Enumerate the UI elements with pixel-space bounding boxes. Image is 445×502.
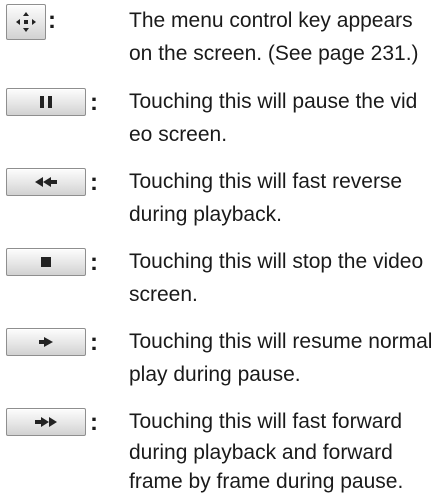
fast-forward-icon: [35, 417, 57, 427]
stop-icon: [41, 257, 51, 267]
menu-control-key-icon: [16, 12, 36, 32]
separator-colon: :: [90, 169, 98, 196]
pause-button[interactable]: [6, 88, 86, 116]
separator-colon: :: [90, 249, 98, 276]
separator-colon: :: [90, 329, 98, 356]
control-description: Touching this will resume normal play du…: [129, 330, 433, 386]
separator-colon: :: [90, 89, 98, 116]
fast-reverse-icon: [35, 177, 57, 187]
control-description: The menu control key appears on the scre…: [129, 9, 419, 65]
separator-colon: :: [90, 409, 98, 436]
pause-icon: [40, 96, 52, 108]
play-button[interactable]: [6, 328, 86, 356]
control-description: Touching this will fast forward during p…: [129, 410, 404, 493]
control-description: Touching this will stop the video screen…: [129, 250, 424, 306]
play-icon: [39, 337, 53, 347]
control-description: Touching this will pause the vid eo scre…: [129, 90, 418, 146]
fast-reverse-button[interactable]: [6, 168, 86, 196]
fast-forward-button[interactable]: [6, 408, 86, 436]
control-description: Touching this will fast reverse during p…: [129, 170, 403, 226]
stop-button[interactable]: [6, 248, 86, 276]
menu-control-key-button[interactable]: [6, 4, 46, 40]
separator-colon: :: [48, 7, 56, 34]
